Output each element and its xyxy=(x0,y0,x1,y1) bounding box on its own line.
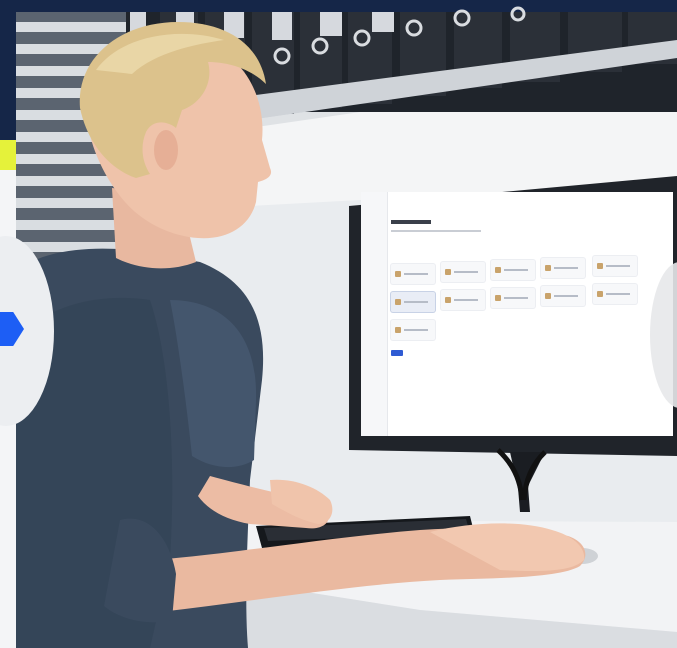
person-ear xyxy=(154,130,178,170)
screen-sidebar xyxy=(361,192,388,436)
screen-tile[interactable] xyxy=(491,288,535,308)
photo-scene xyxy=(0,0,677,648)
screen-tile[interactable] xyxy=(491,260,535,280)
screen-tile[interactable] xyxy=(593,284,637,304)
screen-tile[interactable] xyxy=(541,286,585,306)
screen-tile[interactable] xyxy=(593,256,637,276)
screen-primary-button[interactable] xyxy=(391,350,403,356)
screen-subheading xyxy=(391,230,481,232)
screen-tile[interactable] xyxy=(391,320,435,340)
chevron-right-icon xyxy=(0,312,24,346)
left-strip-yellow-accent xyxy=(0,140,16,170)
screen-tile[interactable] xyxy=(441,290,485,310)
monitor-screen xyxy=(361,192,673,436)
screen-tile[interactable] xyxy=(541,258,585,278)
screen-tile[interactable] xyxy=(441,262,485,282)
screen-tile[interactable] xyxy=(391,264,435,284)
screen-tile-selected[interactable] xyxy=(391,292,435,312)
top-navy-band xyxy=(0,0,677,12)
screen-heading xyxy=(391,220,431,224)
left-strip-navy xyxy=(0,0,16,140)
